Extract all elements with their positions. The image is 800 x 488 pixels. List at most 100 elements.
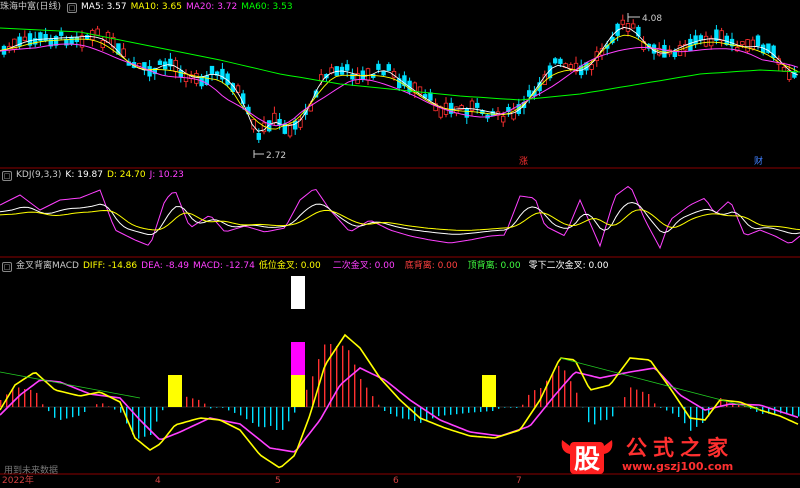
macd-bar (552, 373, 554, 407)
macd-bar (600, 407, 602, 421)
macd-bar (48, 407, 50, 412)
price-markers: 4.08 2.72 (253, 13, 662, 161)
ma20-value: MA20: 3.72 (185, 2, 238, 12)
macd-bar (144, 407, 146, 437)
ma5-line (0, 26, 799, 132)
x-axis-month-7: 7 (516, 476, 522, 486)
macd-bar (612, 407, 614, 417)
macd-bar (342, 345, 344, 407)
macd-bar (276, 407, 278, 430)
macd-bar (198, 399, 200, 407)
macd-panel-header: □ 金叉背离MACD DIFF: -14.86 DEA: -8.49 MACD: -12… (0, 259, 613, 273)
diff-value: DIFF: -14.86 (82, 261, 138, 271)
macd-bar (696, 407, 698, 427)
panel-menu-icon[interactable]: □ (2, 262, 12, 272)
signal-bar-yellow (291, 375, 305, 407)
macd-bar (216, 407, 218, 408)
candle-body (209, 65, 215, 75)
panel-menu-icon[interactable]: □ (67, 3, 78, 13)
kdj-k-value: K: 19.87 (65, 170, 103, 180)
ma5-value: MA5: 3.57 (81, 2, 127, 12)
macd-bar (210, 407, 212, 409)
macd-bar (114, 407, 116, 410)
macd-bar (54, 407, 56, 418)
macd-bar (204, 403, 206, 407)
panel-menu-icon[interactable]: □ (2, 171, 12, 181)
candle-body (365, 68, 371, 81)
low-golden-cross-value: 低位金叉: 0.00 (258, 261, 321, 271)
macd-bar (270, 407, 272, 426)
x-axis-month-4: 4 (155, 476, 161, 486)
macd-bar (558, 365, 560, 407)
candle-body (194, 73, 199, 84)
macd-bar (642, 391, 644, 407)
macd-bar (444, 407, 446, 416)
candle-body (381, 70, 386, 76)
macd-bar (630, 387, 632, 407)
low-price-label: 2.72 (266, 151, 286, 161)
macd-bar (636, 389, 638, 407)
macd-bar (372, 396, 374, 407)
candle-body (703, 35, 709, 47)
event-badge-finance[interactable]: 财 (752, 157, 765, 167)
macd-bar (606, 407, 608, 420)
macd-bar (42, 404, 44, 407)
candle-body (568, 64, 573, 69)
kdj-title[interactable]: KDJ(9,3,3) (16, 170, 61, 180)
macd-bar (678, 407, 680, 417)
macd-value: MACD: -12.74 (192, 261, 255, 271)
candle-body (672, 51, 677, 57)
site-watermark: 股 公式之家 www.gszj100.com (558, 436, 798, 476)
candle-body (625, 23, 631, 32)
kdj-j-value: J: 10.23 (149, 170, 184, 180)
kdj-k-line (0, 201, 800, 236)
macd-bar (654, 403, 656, 407)
stock-name[interactable]: 珠海中富(日线) (0, 2, 61, 12)
candle-body (688, 38, 693, 52)
macd-bar (438, 407, 440, 417)
macd-bar (378, 404, 380, 407)
signal-bars (168, 276, 496, 407)
candle-body (240, 93, 246, 104)
macd-bar (396, 407, 398, 417)
macd-bar (366, 387, 368, 407)
macd-bar (432, 407, 434, 419)
price-panel-header: 珠海中富(日线) □ MA5: 3.57 MA10: 3.65 MA20: 3.72 MA… (0, 0, 297, 14)
stock-chart-canvas[interactable]: 4.08 2.72 (0, 0, 800, 488)
macd-bar (228, 407, 230, 411)
candle-body (589, 64, 594, 70)
candle-body (553, 58, 558, 64)
candle-body (620, 19, 625, 25)
kdj-d-value: D: 24.70 (106, 170, 146, 180)
macd-bar (336, 346, 338, 407)
macd-bar (36, 392, 38, 407)
candle-body (256, 132, 261, 140)
macd-title[interactable]: 金叉背离MACD (16, 261, 79, 271)
macd-bar (84, 407, 86, 412)
macd-bar (534, 390, 536, 407)
macd-bar (498, 407, 500, 409)
macd-bar (522, 404, 524, 407)
candle-body (558, 58, 563, 64)
signal-bar-white (291, 276, 305, 309)
macd-bar (120, 407, 122, 413)
x-axis-month-5: 5 (275, 476, 281, 486)
macd-bar (222, 407, 224, 408)
macd-bar (516, 407, 518, 408)
macd-bar (672, 407, 674, 414)
macd-bar (792, 407, 794, 416)
candle-body (527, 90, 532, 97)
macd-bar (138, 407, 140, 439)
candle-body (698, 35, 703, 41)
macd-bar (474, 407, 476, 413)
macd-bar (30, 389, 32, 407)
event-badge-rise[interactable]: 涨 (517, 157, 530, 167)
candle-body (428, 92, 433, 101)
macd-bar (360, 379, 362, 407)
macd-bar (570, 381, 572, 407)
candle-body (755, 35, 761, 47)
macd-bar (72, 407, 74, 418)
macd-bar (306, 389, 308, 407)
macd-bar (240, 407, 242, 416)
macd-bar (528, 394, 530, 407)
